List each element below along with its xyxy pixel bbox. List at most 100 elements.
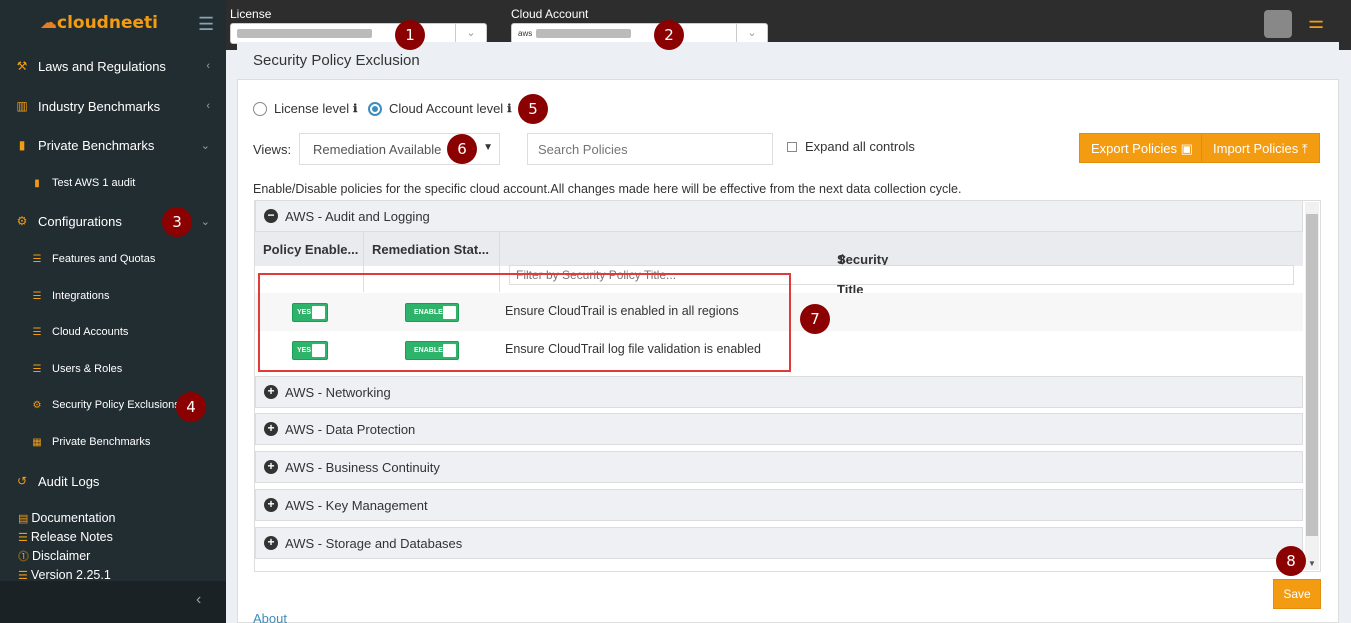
search-policies-input[interactable] (527, 133, 773, 165)
export-policies-button[interactable]: Export Policies ▣ (1079, 133, 1205, 163)
sidebar-item-label: Laws and Regulations (38, 58, 166, 74)
chevron-down-icon: ⌄ (200, 215, 210, 228)
disclaimer-link[interactable]: ⓵ Disclaimer (18, 547, 115, 566)
radio-label: Cloud Account level (389, 101, 504, 116)
bar-chart-icon: ▮ (18, 138, 26, 152)
group-label: AWS - Audit and Logging (285, 208, 430, 224)
highlight-box (258, 273, 791, 372)
radio-circle-selected[interactable] (368, 101, 382, 116)
sidebar-item-label: Industry Benchmarks (38, 98, 161, 114)
annotation-badge-8: 8 (1276, 546, 1306, 576)
page-title: Security Policy Exclusion (253, 52, 420, 69)
cloud-account-select[interactable]: aws ⌄ (511, 23, 768, 44)
button-label: Import Policies (1213, 141, 1299, 156)
bank-icon: ▥ (16, 99, 28, 113)
link-label: Disclaimer (32, 549, 91, 563)
sidebar-item-laws-regulations[interactable]: ⚒ Laws and Regulations ‹ (0, 47, 226, 85)
settings-sliders-icon[interactable]: ⚌ (1308, 12, 1324, 33)
table-icon: ▦ (32, 436, 42, 448)
sidebar-item-private-benchmarks-config[interactable]: ▦ Private Benchmarks (0, 424, 226, 460)
sidebar-item-cloud-accounts[interactable]: ☰ Cloud Accounts (0, 314, 226, 350)
sidebar-item-integrations[interactable]: ☰ Integrations (0, 278, 226, 314)
group-data-protection[interactable]: + AWS - Data Protection (255, 413, 1303, 445)
license-select[interactable]: ⌄ (230, 23, 487, 44)
sidebar-item-label: Features and Quotas (52, 253, 156, 265)
sidebar-item-label: Private Benchmarks (38, 137, 155, 153)
plus-circle-icon: + (264, 385, 278, 399)
expand-all-checkbox[interactable]: Expand all controls (787, 139, 915, 154)
group-label: AWS - Key Management (285, 497, 428, 513)
checkbox-box[interactable] (787, 141, 797, 152)
annotation-badge-5: 5 (518, 94, 548, 124)
caret-down-icon: ▼ (483, 142, 493, 153)
info-icon[interactable]: ℹ (353, 102, 357, 115)
info-icon[interactable]: ℹ (507, 102, 511, 115)
save-button[interactable]: Save (1273, 579, 1321, 609)
sidebar-item-private-benchmarks[interactable]: ▮ Private Benchmarks ⌄ (0, 126, 226, 164)
sidebar-item-industry-benchmarks[interactable]: ▥ Industry Benchmarks ‹ (0, 87, 226, 125)
about-link[interactable]: About (253, 611, 287, 623)
scrollbar-thumb[interactable] (1306, 214, 1318, 536)
plus-circle-icon: + (264, 422, 278, 436)
radio-circle[interactable] (253, 101, 267, 116)
history-icon: ↺ (16, 474, 28, 488)
cloud-account-value-blurred (536, 28, 632, 38)
checkbox-label: Expand all controls (805, 139, 915, 154)
list-icon: ☰ (32, 363, 42, 375)
chevron-left-icon: ‹ (206, 100, 210, 112)
table-scrollbar[interactable]: ▼ (1305, 202, 1319, 570)
sidebar-item-label: Private Benchmarks (52, 436, 151, 448)
radio-license-level[interactable]: License level ℹ (253, 101, 357, 116)
sidebar-item-test-aws-audit[interactable]: ▮ Test AWS 1 audit (0, 165, 226, 201)
avatar[interactable] (1264, 10, 1292, 38)
list-icon: ☰ (32, 253, 42, 265)
column-remediation-status[interactable]: Remediation Stat... (372, 242, 489, 257)
chevron-left-icon: ‹ (206, 60, 210, 72)
group-key-management[interactable]: + AWS - Key Management (255, 489, 1303, 521)
sidebar-item-label: Users & Roles (52, 363, 123, 375)
annotation-badge-7: 7 (800, 304, 830, 334)
gear-icon: ⚙ (16, 214, 28, 228)
cloudneeti-logo[interactable]: ☁cloudneeti (40, 13, 158, 33)
sidebar: ☁cloudneeti ☰ ⚒ Laws and Regulations ‹ ▥ In… (0, 0, 226, 623)
annotation-badge-6: 6 (447, 134, 477, 164)
file-excel-icon: ▣ (1180, 141, 1193, 156)
release-notes-link[interactable]: ☰ Release Notes (18, 528, 115, 547)
hamburger-menu-icon[interactable]: ☰ (198, 14, 214, 35)
link-label: Documentation (31, 511, 116, 525)
sidebar-item-label: Cloud Accounts (52, 326, 129, 338)
sidebar-item-configurations[interactable]: ⚙ Configurations ⌄ (0, 202, 226, 240)
sidebar-collapse-bar[interactable]: ‹ (0, 581, 226, 623)
group-audit-logging[interactable]: − AWS - Audit and Logging (255, 200, 1303, 232)
sidebar-item-users-roles[interactable]: ☰ Users & Roles (0, 351, 226, 387)
sidebar-item-features-quotas[interactable]: ☰ Features and Quotas (0, 241, 226, 277)
column-policy-enabled[interactable]: Policy Enable... (263, 242, 358, 257)
group-label: AWS - Business Continuity (285, 459, 440, 475)
plus-circle-icon: + (264, 498, 278, 512)
import-policies-button[interactable]: Import Policies ⤒ (1201, 133, 1320, 163)
sidebar-item-label: Security Policy Exclusions (52, 399, 180, 411)
annotation-badge-1: 1 (395, 20, 425, 50)
group-storage-databases[interactable]: + AWS - Storage and Databases (255, 527, 1303, 559)
aws-logo-icon: aws (518, 29, 533, 38)
link-label: Release Notes (30, 530, 113, 544)
exclamation-icon: ⓵ (18, 551, 29, 563)
sidebar-item-audit-logs[interactable]: ↺ Audit Logs (0, 462, 226, 500)
upload-icon: ⤒ (1301, 141, 1308, 156)
group-label: AWS - Data Protection (285, 421, 416, 437)
documentation-link[interactable]: ▤ Documentation (18, 509, 115, 528)
chevron-left-icon: ‹ (196, 591, 202, 608)
scroll-down-arrow-icon[interactable]: ▼ (1308, 559, 1316, 568)
annotation-badge-4: 4 (176, 392, 206, 422)
chevron-down-icon: ⌄ (455, 24, 486, 43)
radio-cloud-account-level[interactable]: Cloud Account level ℹ (368, 101, 511, 116)
views-label: Views: (253, 142, 292, 157)
table-header: Policy Enable... Remediation Stat... Sec… (255, 232, 1303, 297)
group-label: AWS - Networking (285, 384, 391, 400)
license-label: License (230, 7, 272, 21)
group-business-continuity[interactable]: + AWS - Business Continuity (255, 451, 1303, 483)
minus-circle-icon: − (264, 209, 278, 223)
annotation-badge-2: 2 (654, 20, 684, 50)
group-networking[interactable]: + AWS - Networking (255, 376, 1303, 408)
chevron-down-icon: ⌄ (200, 139, 210, 152)
